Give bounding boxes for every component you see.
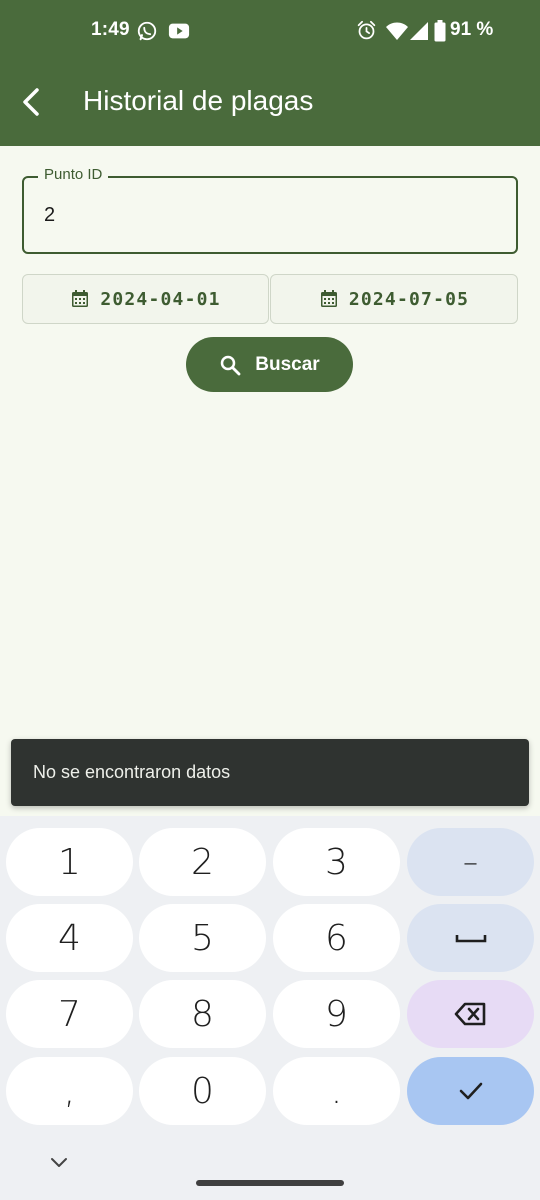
key-6[interactable]: 6 [273, 904, 400, 972]
whatsapp-icon [137, 21, 157, 41]
chevron-down-icon[interactable] [49, 1156, 69, 1170]
page-title: Historial de plagas [83, 85, 314, 116]
alarm-icon [357, 20, 376, 40]
gesture-home-bar[interactable] [196, 1180, 344, 1186]
key-4[interactable]: 4 [6, 904, 133, 972]
key-0[interactable]: 0 [139, 1057, 266, 1125]
key-5[interactable]: 5 [139, 904, 266, 972]
key-1[interactable]: 1 [6, 828, 133, 896]
check-icon [459, 1082, 482, 1100]
backspace-icon [454, 1002, 485, 1026]
punto-id-label: Punto ID [38, 166, 109, 183]
battery-icon [434, 20, 446, 42]
back-arrow-icon[interactable] [18, 86, 46, 118]
youtube-icon [168, 23, 190, 39]
search-icon [221, 355, 241, 375]
start-date-label: 2024-04-01 [100, 288, 221, 310]
calendar-icon [72, 290, 89, 307]
search-button[interactable]: Buscar [186, 337, 353, 392]
key-backspace[interactable] [407, 980, 534, 1048]
punto-id-field[interactable]: Punto ID 2 [22, 166, 518, 254]
key-2[interactable]: 2 [139, 828, 266, 896]
wifi-icon [386, 22, 408, 40]
calendar-icon [320, 290, 337, 307]
key-8[interactable]: 8 [139, 980, 266, 1048]
status-bar: 1:49 91 % [0, 0, 540, 62]
space-icon [455, 935, 486, 943]
battery-percent: 91 % [450, 19, 494, 40]
status-time: 1:49 [91, 19, 130, 40]
punto-id-value[interactable]: 2 [44, 204, 55, 227]
key-done[interactable] [407, 1057, 534, 1125]
key-9[interactable]: 9 [273, 980, 400, 1048]
start-date-button[interactable]: 2024-04-01 [22, 274, 269, 324]
key-3[interactable]: 3 [273, 828, 400, 896]
key-7[interactable]: 7 [6, 980, 133, 1048]
signal-icon [410, 22, 428, 40]
top-bar: 1:49 91 % Historial de plagas [0, 0, 540, 146]
key-dot[interactable]: . [273, 1057, 400, 1125]
end-date-label: 2024-07-05 [348, 288, 470, 310]
end-date-button[interactable]: 2024-07-05 [270, 274, 518, 324]
search-button-label: Buscar [255, 353, 320, 375]
numeric-keyboard: 1 2 3 – 4 5 6 7 8 9 , 0 . [0, 816, 540, 1200]
key-space[interactable] [407, 904, 534, 972]
snackbar: No se encontraron datos [11, 739, 529, 806]
key-minus[interactable]: – [407, 828, 534, 896]
key-comma[interactable]: , [6, 1057, 133, 1125]
snackbar-message: No se encontraron datos [33, 762, 231, 782]
